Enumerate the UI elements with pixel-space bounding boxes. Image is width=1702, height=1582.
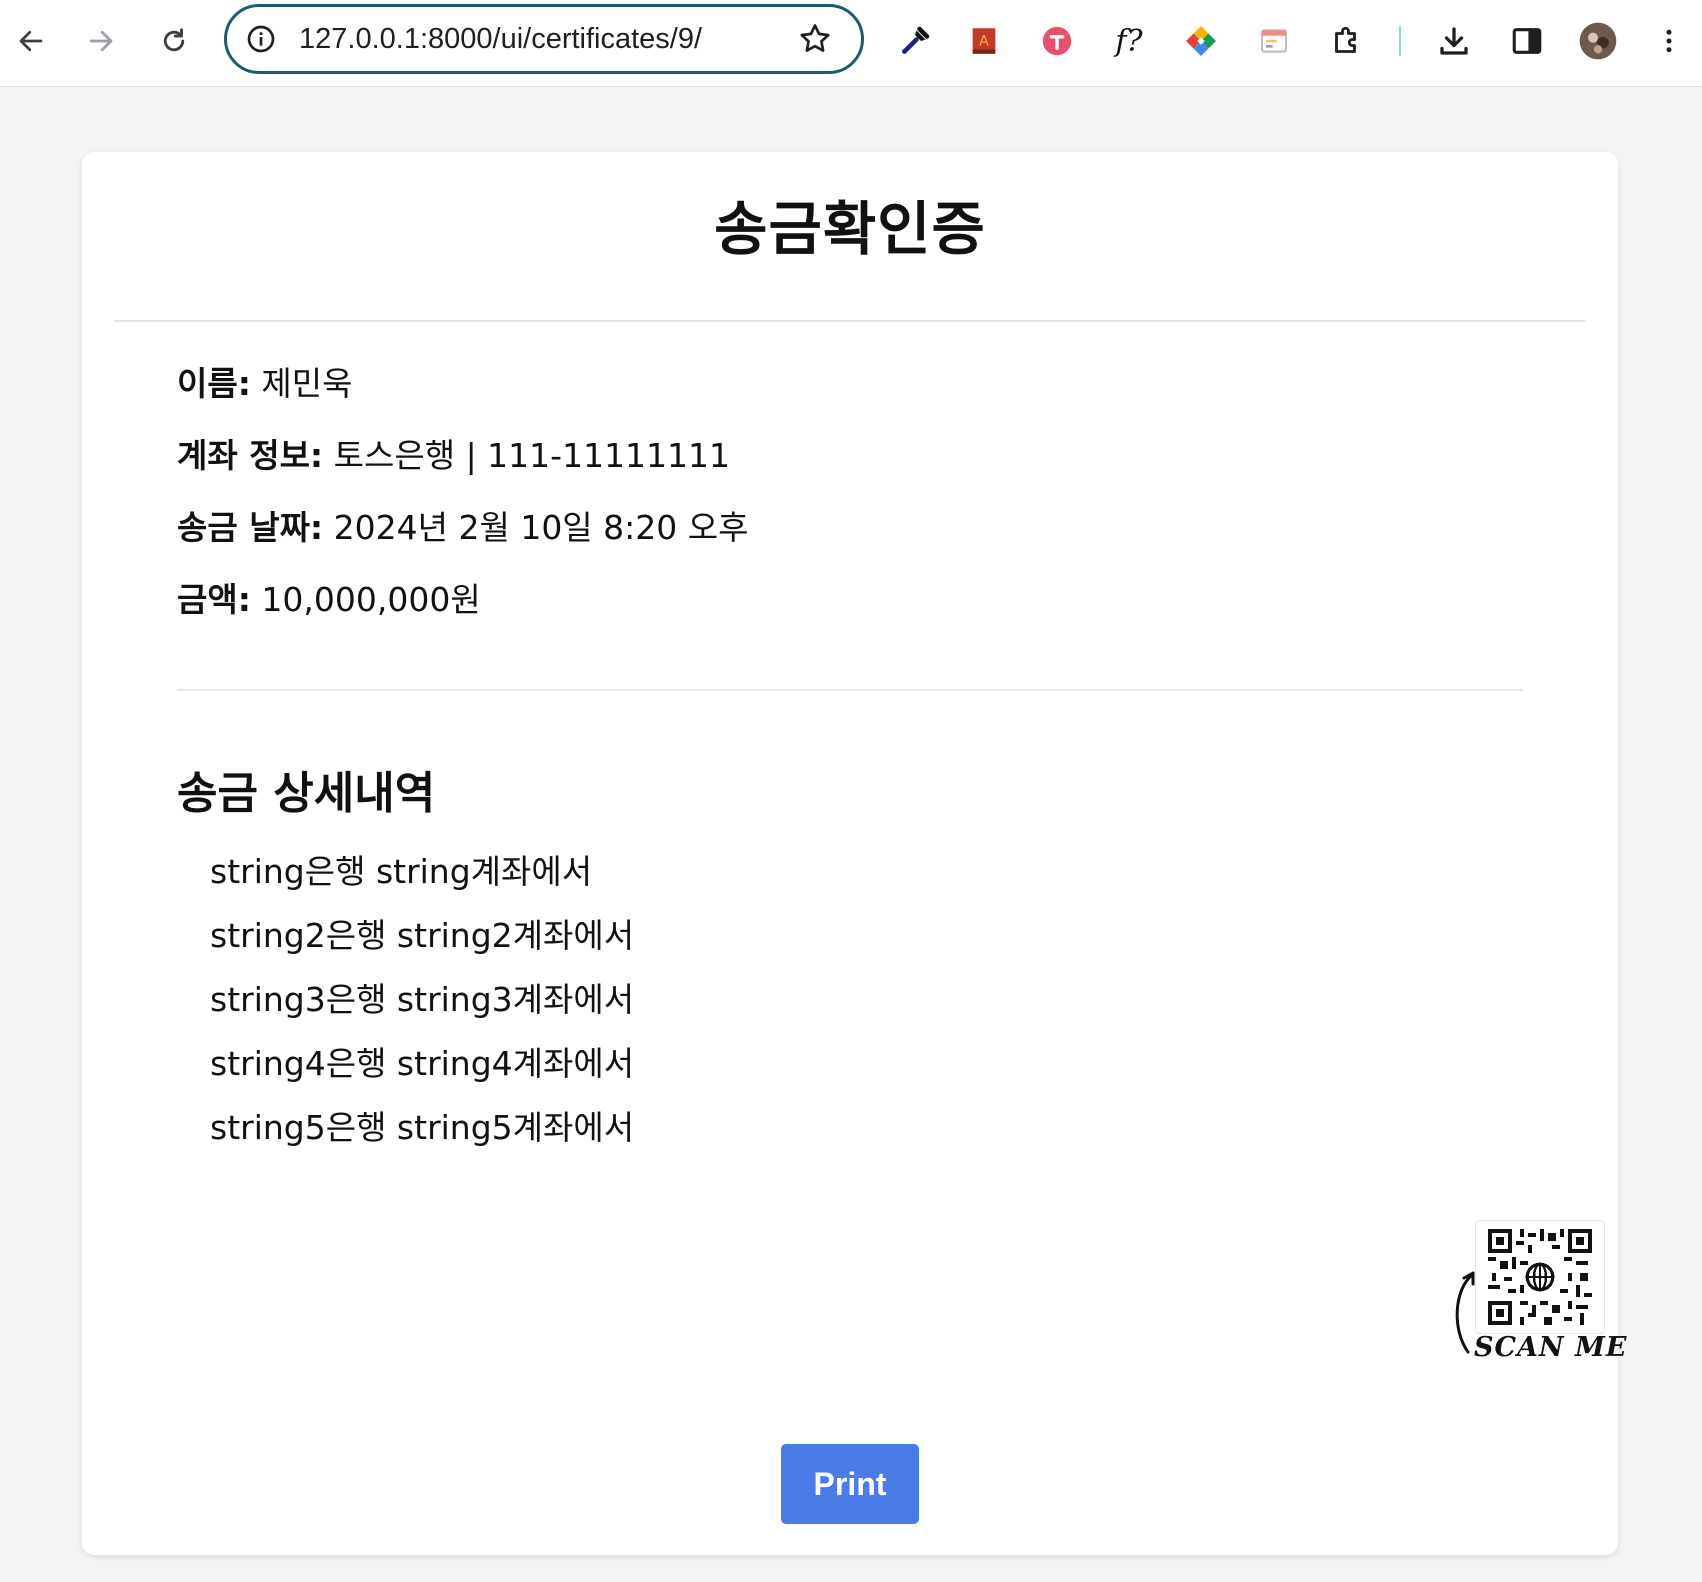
window-extension[interactable] — [1253, 20, 1295, 62]
details-list: string은행 string계좌에서 string2은행 string2계좌에… — [210, 840, 634, 1160]
eyedropper-extension[interactable] — [894, 20, 936, 62]
qr-code-frame — [1475, 1220, 1605, 1334]
window-icon — [1261, 29, 1287, 53]
book-extension[interactable]: A — [963, 20, 1005, 62]
amount-label: 금액: — [177, 580, 251, 619]
pink-circle-icon — [1042, 26, 1072, 56]
date-row: 송금 날짜: 2024년 2월 10일 8:20 오후 — [177, 501, 748, 549]
name-label: 이름: — [177, 364, 251, 403]
list-item: string5은행 string5계좌에서 — [210, 1108, 635, 1147]
f-question-icon: f? — [1115, 23, 1143, 59]
list-item: string은행 string계좌에서 — [210, 852, 593, 891]
browser-toolbar: 127.0.0.1:8000/ui/certificates/9/ A f? — [0, 0, 1702, 87]
profile-avatar[interactable] — [1577, 20, 1619, 62]
list-item: string4은행 string4계좌에서 — [210, 1044, 635, 1083]
forward-arrow-icon — [89, 30, 113, 52]
section-divider — [177, 689, 1523, 691]
name-value: 제민욱 — [261, 364, 353, 403]
account-row: 계좌 정보: 토스은행 | 111-11111111 — [177, 429, 730, 477]
list-item: string3은행 string3계좌에서 — [210, 980, 635, 1019]
extensions-button[interactable] — [1326, 20, 1368, 62]
svg-text:A: A — [979, 33, 989, 49]
account-value: 토스은행 | 111-11111111 — [333, 436, 731, 475]
downloads-button[interactable] — [1433, 20, 1475, 62]
scan-me-caption: SCAN ME — [1474, 1332, 1628, 1363]
amount-row: 금액: 10,000,000원 — [177, 573, 481, 621]
puzzle-icon — [1335, 26, 1356, 53]
account-label: 계좌 정보: — [177, 436, 324, 475]
menu-button[interactable] — [1648, 20, 1690, 62]
qr-section: SCAN ME — [1364, 1220, 1626, 1370]
forward-button[interactable] — [78, 18, 124, 64]
list-item: string2은행 string2계좌에서 — [210, 916, 635, 955]
toolbar-separator — [1399, 26, 1401, 56]
back-arrow-icon — [19, 30, 43, 52]
details-title: 송금 상세내역 — [177, 768, 436, 819]
amount-value: 10,000,000원 — [261, 580, 481, 619]
color-diamond-icon — [1186, 26, 1216, 56]
print-button[interactable]: Print — [781, 1444, 919, 1524]
reload-button[interactable] — [151, 18, 197, 64]
certificate-card: 송금확인증 이름: 제민욱 계좌 정보: 토스은행 | 111-11111111… — [82, 152, 1626, 1555]
f-question-extension[interactable]: f? — [1108, 20, 1150, 62]
qr-code-icon — [1488, 1229, 1592, 1325]
address-bar[interactable]: 127.0.0.1:8000/ui/certificates/9/ — [224, 4, 864, 74]
avatar-icon — [1579, 22, 1617, 60]
date-label: 송금 날짜: — [177, 508, 324, 547]
side-panel-icon — [1512, 28, 1542, 54]
diamond-extension[interactable] — [1180, 20, 1222, 62]
book-icon: A — [972, 28, 996, 54]
name-row: 이름: 제민욱 — [177, 357, 353, 405]
pink-extension[interactable] — [1036, 20, 1078, 62]
kebab-menu-icon — [1666, 29, 1672, 53]
side-panel-button[interactable] — [1506, 20, 1548, 62]
url-text[interactable]: 127.0.0.1:8000/ui/certificates/9/ — [299, 7, 702, 71]
back-button[interactable] — [8, 18, 54, 64]
certificate-title: 송금확인증 — [714, 195, 986, 263]
download-icon — [1440, 27, 1468, 55]
bookmark-star-icon[interactable] — [797, 21, 833, 57]
site-info-icon[interactable] — [245, 23, 277, 55]
eyedropper-icon — [902, 26, 930, 54]
title-divider — [114, 320, 1586, 322]
reload-icon — [163, 28, 185, 52]
date-value: 2024년 2월 10일 8:20 오후 — [333, 508, 749, 547]
